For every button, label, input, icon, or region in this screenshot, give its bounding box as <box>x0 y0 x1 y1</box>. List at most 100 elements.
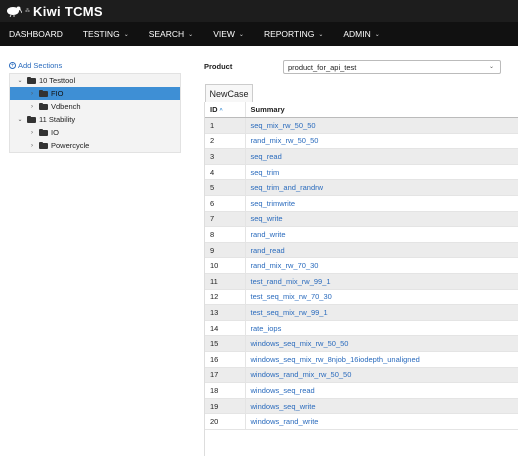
case-summary-link[interactable]: rand_read <box>245 242 518 259</box>
top-header: ⁂ Kiwi TCMS <box>0 0 518 22</box>
chevron-down-icon: ⌄ <box>238 31 244 38</box>
nav-admin[interactable]: ADMIN ⌄ <box>333 22 389 46</box>
nav-testing[interactable]: TESTING ⌄ <box>73 22 139 46</box>
tree-node-10-testtool[interactable]: ⌄ 10 Testtool <box>10 74 180 87</box>
chevron-right-icon[interactable]: › <box>28 130 36 136</box>
case-id: 3 <box>205 148 246 165</box>
folder-icon <box>27 116 36 123</box>
tree-node-vdbench[interactable]: › Vdbench <box>10 100 180 113</box>
table-row: 16 windows_seq_mix_rw_8njob_16iodepth_una… <box>205 351 518 368</box>
id-header-label: ID <box>210 105 218 115</box>
case-summary-link[interactable]: test_seq_mix_rw_70_30 <box>245 289 518 306</box>
table-row: 10 rand_mix_rw_70_30 <box>205 257 518 275</box>
case-summary-link[interactable]: windows_seq_mix_rw_50_50 <box>245 335 518 352</box>
chevron-down-icon: ⌄ <box>123 31 129 38</box>
nav-search[interactable]: SEARCH ⌄ <box>139 22 203 46</box>
chevron-right-icon[interactable]: › <box>28 91 36 97</box>
case-summary-link[interactable]: seq_trimwrite <box>245 195 518 212</box>
table-row: 12 test_seq_mix_rw_70_30 <box>205 289 518 306</box>
case-summary-link[interactable]: test_rand_mix_rw_99_1 <box>245 273 518 290</box>
case-id: 9 <box>205 242 246 259</box>
table-row: 14 rate_iops <box>205 320 518 337</box>
nav-reporting[interactable]: REPORTING ⌄ <box>254 22 333 46</box>
chevron-down-icon: ⌄ <box>374 31 380 38</box>
table-header-row: ID ^ Summary <box>205 102 518 119</box>
table-row: 7 seq_write <box>205 211 518 228</box>
nav-dashboard[interactable]: DASHBOARD <box>0 22 73 46</box>
case-id: 14 <box>205 320 246 337</box>
main-nav: DASHBOARD TESTING ⌄ SEARCH ⌄ VIEW ⌄ REPORTI… <box>0 22 518 46</box>
case-id: 20 <box>205 413 246 430</box>
summary-column-header[interactable]: Summary <box>245 102 518 119</box>
tree-node-label: IO <box>51 128 59 137</box>
kiwi-logo[interactable]: ⁂ Kiwi TCMS <box>6 4 103 19</box>
case-summary-link[interactable]: windows_seq_write <box>245 398 518 415</box>
sort-asc-icon: ^ <box>219 108 223 115</box>
table-row: 6 seq_trimwrite <box>205 195 518 212</box>
case-summary-link[interactable]: test_seq_mix_rw_99_1 <box>245 304 518 321</box>
folder-icon <box>39 90 48 97</box>
chevron-right-icon[interactable]: › <box>28 143 36 149</box>
folder-icon <box>39 129 48 136</box>
tree-node-label: Powercycle <box>51 141 90 150</box>
case-id: 8 <box>205 226 246 243</box>
table-row: 19 windows_seq_write <box>205 398 518 415</box>
kiwi-bird-icon <box>7 6 22 17</box>
case-id: 18 <box>205 382 246 399</box>
nav-label: ADMIN <box>343 29 371 39</box>
plus-circle-icon: + <box>9 62 16 69</box>
case-summary-link[interactable]: rand_mix_rw_70_30 <box>245 257 518 275</box>
add-sections-link[interactable]: + Add Sections <box>9 60 181 71</box>
case-summary-link[interactable]: seq_trim <box>245 164 518 181</box>
case-id: 5 <box>205 179 246 197</box>
tree-node-fio[interactable]: › FIO <box>10 87 180 100</box>
case-summary-link[interactable]: windows_seq_mix_rw_8njob_16iodepth_unali… <box>245 351 518 368</box>
new-case-button[interactable]: NewCase <box>205 84 253 102</box>
case-summary-link[interactable]: seq_read <box>245 148 518 165</box>
table-row: 1 seq_mix_rw_50_50 <box>205 117 518 134</box>
table-row: 18 windows_seq_read <box>205 382 518 399</box>
product-select[interactable]: product_for_api_test ⌄ <box>283 60 501 74</box>
tree-node-label: Vdbench <box>51 102 81 111</box>
product-selected-value: product_for_api_test <box>288 62 357 72</box>
case-id: 19 <box>205 398 246 415</box>
table-row: 4 seq_trim <box>205 164 518 181</box>
case-id: 11 <box>205 273 246 290</box>
table-row: 20 windows_rand_write <box>205 413 518 430</box>
logo-mark: ⁂ <box>25 8 30 14</box>
add-sections-label: Add Sections <box>18 61 63 70</box>
table-row: 15 windows_seq_mix_rw_50_50 <box>205 335 518 352</box>
nav-view[interactable]: VIEW ⌄ <box>203 22 254 46</box>
case-summary-link[interactable]: windows_rand_mix_rw_50_50 <box>245 367 518 384</box>
tree-node-label: 10 Testtool <box>39 76 76 85</box>
chevron-right-icon[interactable]: › <box>28 104 36 110</box>
case-id: 15 <box>205 335 246 352</box>
case-summary-link[interactable]: windows_seq_read <box>245 382 518 399</box>
product-label: Product <box>204 62 233 71</box>
tree-node-11-stability[interactable]: ⌄ 11 Stability <box>10 113 180 126</box>
chevron-down-icon[interactable]: ⌄ <box>16 116 24 123</box>
case-summary-link[interactable]: rand_mix_rw_50_50 <box>245 133 518 150</box>
table-row: 8 rand_write <box>205 226 518 243</box>
id-column-header[interactable]: ID ^ <box>205 102 246 119</box>
case-id: 13 <box>205 304 246 321</box>
case-summary-link[interactable]: seq_write <box>245 211 518 228</box>
chevron-down-icon: ⌄ <box>488 64 494 70</box>
case-summary-link[interactable]: windows_rand_write <box>245 413 518 430</box>
chevron-down-icon[interactable]: ⌄ <box>16 77 24 84</box>
case-summary-link[interactable]: seq_mix_rw_50_50 <box>245 117 518 134</box>
case-id: 12 <box>205 289 246 306</box>
case-summary-link[interactable]: seq_trim_and_randrw <box>245 179 518 197</box>
table-row: 9 rand_read <box>205 242 518 259</box>
case-id: 17 <box>205 367 246 384</box>
nav-label: DASHBOARD <box>9 29 63 39</box>
case-summary-link[interactable]: rate_iops <box>245 320 518 337</box>
tree-node-io[interactable]: › IO <box>10 126 180 139</box>
nav-label: VIEW <box>213 29 235 39</box>
case-summary-link[interactable]: rand_write <box>245 226 518 243</box>
chevron-down-icon: ⌄ <box>188 31 194 38</box>
tree-node-powercycle[interactable]: › Powercycle <box>10 139 180 152</box>
table-row: 2 rand_mix_rw_50_50 <box>205 133 518 150</box>
section-tree: + Add Sections ⌄ 10 Testtool › FIO › Vdb… <box>9 60 181 153</box>
chevron-down-icon: ⌄ <box>318 31 324 38</box>
